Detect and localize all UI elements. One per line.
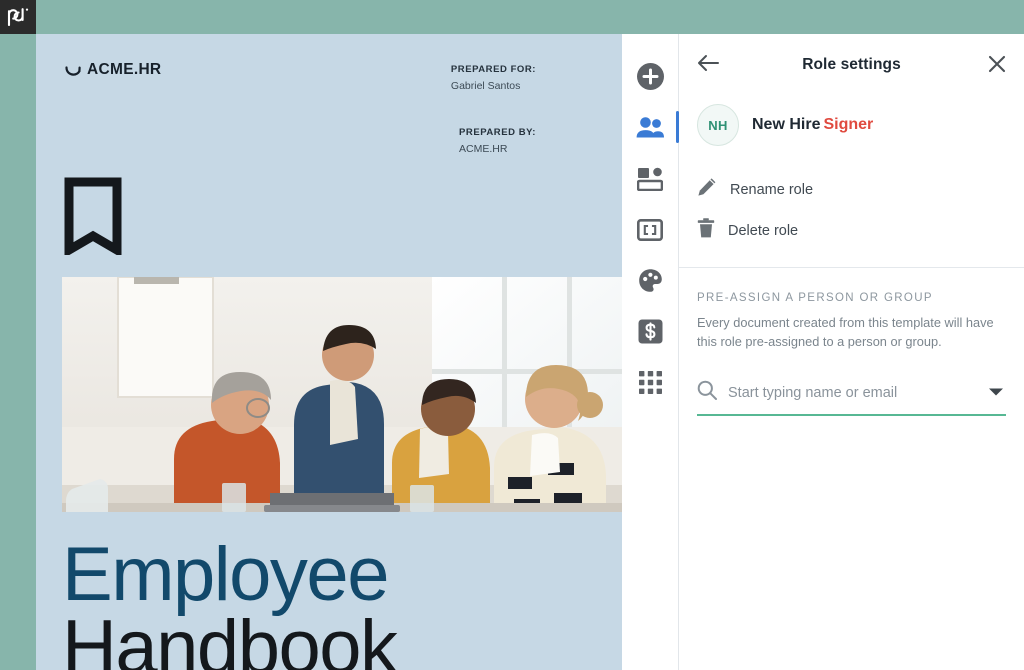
left-rail — [0, 34, 36, 670]
acme-swoosh-icon — [65, 63, 81, 77]
add-content-button[interactable] — [622, 51, 679, 102]
top-band — [0, 0, 1024, 34]
variables-button[interactable] — [622, 204, 679, 255]
close-icon[interactable] — [988, 55, 1006, 78]
search-input[interactable] — [728, 385, 975, 401]
editor-toolbar — [622, 34, 679, 670]
chevron-down-icon[interactable] — [986, 384, 1006, 402]
brand-name: ACME.HR — [87, 61, 161, 79]
pricing-button[interactable] — [622, 306, 679, 357]
trash-icon — [697, 218, 715, 243]
prepared-by-block: PREPARED BY: ACME.HR — [459, 127, 536, 155]
prepared-for-block: PREPARED FOR: Gabriel Santos — [451, 64, 536, 92]
arrow-left-icon[interactable] — [697, 54, 719, 77]
grid-apps-icon — [639, 371, 662, 394]
rename-role-action[interactable]: Rename role — [697, 169, 1024, 210]
status-badge: Signer — [823, 116, 873, 133]
pencil-icon — [697, 177, 717, 202]
bookmark-icon — [64, 177, 122, 260]
prepared-for-value: Gabriel Santos — [451, 80, 536, 92]
page-title: Role settings — [679, 56, 1024, 74]
layout-button[interactable] — [622, 153, 679, 204]
plus-circle-icon — [637, 63, 664, 90]
recipients-button[interactable] — [622, 102, 679, 153]
preassign-section: PRE-ASSIGN A PERSON OR GROUP Every docum… — [679, 268, 1024, 416]
document-canvas[interactable]: ACME.HR PREPARED FOR: Gabriel Santos PRE… — [36, 34, 622, 670]
role-settings-panel: Role settings NH New HireSigner — [679, 34, 1024, 670]
app-root: ACME.HR PREPARED FOR: Gabriel Santos PRE… — [0, 0, 1024, 670]
role-summary: NH New HireSigner — [679, 96, 1024, 146]
role-initials: NH — [708, 118, 727, 133]
document-page: ACME.HR PREPARED FOR: Gabriel Santos PRE… — [36, 34, 622, 670]
rename-role-label: Rename role — [730, 182, 813, 198]
role-name: New Hire — [752, 116, 820, 133]
preassign-heading: PRE-ASSIGN A PERSON OR GROUP — [697, 292, 1006, 304]
delete-role-action[interactable]: Delete role — [697, 210, 1024, 251]
search-icon — [697, 380, 717, 405]
apps-button[interactable] — [622, 357, 679, 408]
dollar-square-icon — [638, 319, 663, 344]
avatar: NH — [697, 104, 739, 146]
role-actions: Rename role Delete role — [679, 169, 1024, 251]
preassign-description: Every document created from this templat… — [697, 314, 1002, 351]
delete-role-label: Delete role — [728, 223, 798, 239]
hero-image — [62, 277, 622, 512]
title-line-1: Employee — [62, 539, 622, 612]
assignee-search-row — [697, 380, 1006, 416]
people-icon — [636, 117, 664, 139]
prepared-by-label: PREPARED BY: — [459, 127, 536, 138]
theme-button[interactable] — [622, 255, 679, 306]
panel-header: Role settings — [679, 34, 1024, 96]
prepared-by-value: ACME.HR — [459, 143, 536, 155]
pandadoc-logo-icon[interactable] — [0, 0, 36, 34]
prepared-for-label: PREPARED FOR: — [451, 64, 536, 75]
document-brand: ACME.HR — [65, 61, 161, 79]
document-title: Employee Handbook — [62, 539, 622, 670]
role-name-line: New HireSigner — [752, 116, 873, 134]
brackets-box-icon — [637, 219, 663, 241]
palette-icon — [638, 268, 663, 293]
layout-blocks-icon — [637, 167, 663, 191]
title-line-2: Handbook — [62, 612, 622, 670]
